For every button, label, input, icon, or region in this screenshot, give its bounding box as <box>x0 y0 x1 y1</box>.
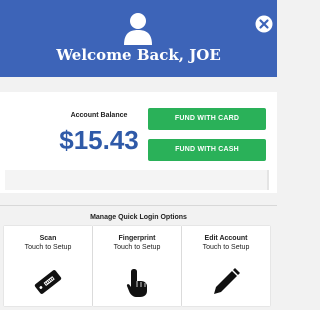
balance-panel: Account Balance $15.43 FUND WITH CARD FU… <box>0 92 277 193</box>
welcome-message: Welcome Back, JOE <box>56 46 221 64</box>
fund-with-card-button[interactable]: FUND WITH CARD <box>148 108 266 130</box>
pencil-icon <box>214 268 240 294</box>
fingerprint-tile-subtitle: Touch to Setup <box>113 244 161 251</box>
account-balance-value: $15.43 <box>59 125 139 155</box>
edit-account-tile-title: Edit Account <box>204 235 248 242</box>
edit-account-tile-subtitle: Touch to Setup <box>202 244 250 251</box>
fingerprint-tile[interactable]: Fingerprint Touch to Setup <box>93 226 181 306</box>
fingerprint-touch-icon <box>126 269 147 297</box>
scan-tile-title: Scan <box>39 235 57 242</box>
section-divider <box>0 205 277 206</box>
quick-login-title: Manage Quick Login Options <box>90 214 187 221</box>
header-bar: Welcome Back, JOE <box>0 0 277 77</box>
edit-account-tile[interactable]: Edit Account Touch to Setup <box>182 226 270 306</box>
fingerprint-tile-title: Fingerprint <box>118 235 156 242</box>
panel-footer-strip <box>5 170 269 190</box>
account-balance-label: Account Balance <box>70 112 128 119</box>
card-scan-icon <box>34 270 62 294</box>
scan-tile[interactable]: Scan Touch to Setup <box>4 226 92 306</box>
fund-with-cash-button[interactable]: FUND WITH CASH <box>148 139 266 161</box>
scan-tile-subtitle: Touch to Setup <box>24 244 72 251</box>
close-icon[interactable] <box>255 15 273 33</box>
user-icon <box>124 13 152 45</box>
